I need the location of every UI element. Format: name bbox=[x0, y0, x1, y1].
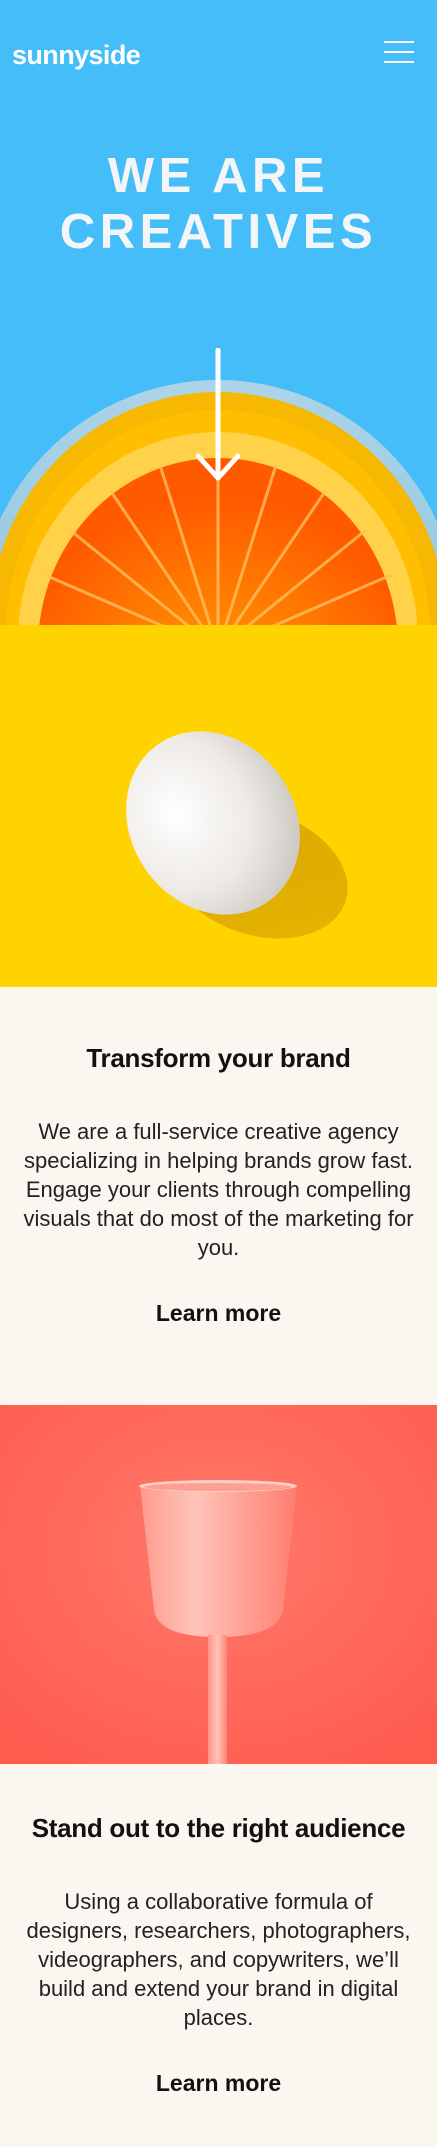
hero-title-line1: WE ARE bbox=[107, 149, 330, 203]
egg-image bbox=[126, 731, 348, 939]
menu-bar bbox=[384, 51, 414, 53]
learn-more-link[interactable]: Learn more bbox=[156, 2070, 281, 2097]
learn-more-link[interactable]: Learn more bbox=[156, 1300, 281, 1327]
hero-title: WE ARE CREATIVES bbox=[0, 148, 437, 260]
hero-section: sunnyside WE ARE CREATIVES bbox=[0, 0, 437, 625]
glass-image bbox=[0, 1405, 437, 1764]
section-heading: Transform your brand bbox=[86, 1043, 351, 1073]
section-body: We are a full-service creative agency sp… bbox=[23, 1119, 414, 1260]
top-navbar: sunnyside bbox=[0, 0, 437, 110]
section-heading: Stand out to the right audience bbox=[31, 1813, 406, 1843]
menu-bar bbox=[384, 41, 414, 43]
transform-brand-section: Transform your brand We are a full-servi… bbox=[0, 987, 437, 1405]
section-body: Using a collaborative formula of designe… bbox=[26, 1889, 411, 2030]
glass-image-panel bbox=[0, 1405, 437, 1764]
egg-image-panel bbox=[0, 625, 437, 987]
menu-bar bbox=[384, 61, 414, 63]
hamburger-menu-icon[interactable] bbox=[384, 40, 414, 64]
stand-out-section: Stand out to the right audience Using a … bbox=[0, 1764, 437, 2140]
hero-title-line2: CREATIVES bbox=[59, 205, 378, 259]
logo[interactable]: sunnyside bbox=[12, 40, 141, 71]
arrow-down-icon[interactable] bbox=[196, 348, 240, 484]
